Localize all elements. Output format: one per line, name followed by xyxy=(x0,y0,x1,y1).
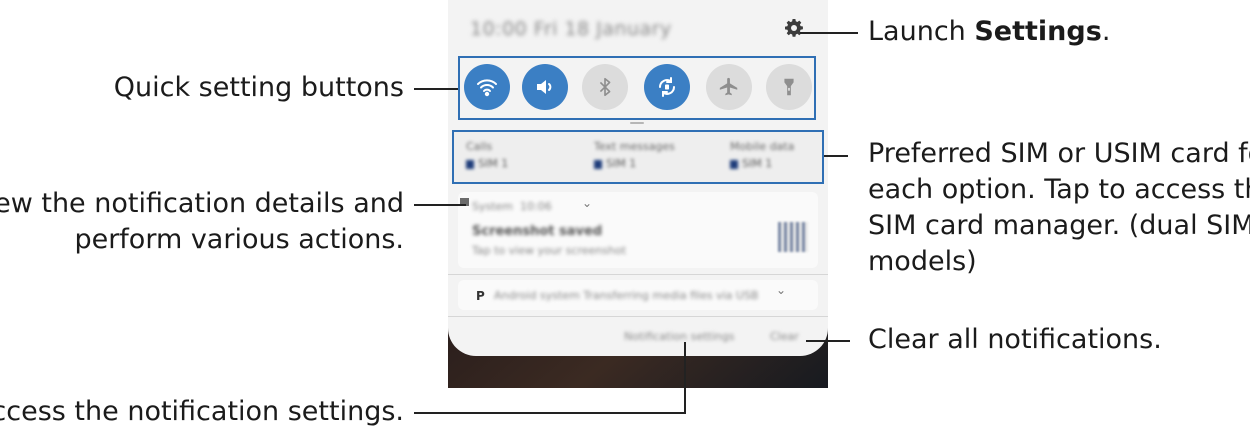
notification-settings-callout: Access the notification settings. xyxy=(0,396,404,427)
callout-text: . xyxy=(1101,16,1111,47)
bluetooth-icon[interactable] xyxy=(582,64,628,110)
sim-callout-line xyxy=(824,155,848,157)
clear-callout-line xyxy=(806,340,850,342)
status-date-time: 10:00 Fri 18 January xyxy=(470,18,672,40)
notification-body: Tap to view your screenshot xyxy=(472,244,627,257)
sim-option-value: SIM 1 xyxy=(606,157,637,170)
auto-rotate-icon[interactable] xyxy=(644,64,690,110)
callout-bold-text: Settings xyxy=(974,16,1102,47)
airplane-mode-icon[interactable] xyxy=(706,64,752,110)
clear-button[interactable]: Clear xyxy=(770,330,799,343)
chevron-down-icon[interactable]: ⌄ xyxy=(582,196,592,210)
sim-callout-line-2: each option. Tap to access the xyxy=(868,174,1250,205)
sim-option-mobile-data[interactable]: Mobile data SIM 1 xyxy=(730,140,810,170)
notification-settings-button[interactable]: Notification settings xyxy=(624,330,734,343)
notification-card[interactable]: System 10:06 ⌄ Screenshot saved Tap to v… xyxy=(458,192,818,268)
screenshot-thumbnail xyxy=(778,222,808,252)
flashlight-icon[interactable] xyxy=(766,64,812,110)
notification-title: Screenshot saved xyxy=(472,224,603,239)
wifi-icon[interactable] xyxy=(464,64,510,110)
callout-text: Launch xyxy=(868,16,975,47)
panel-handle[interactable] xyxy=(630,122,644,124)
quick-settings-callout: Quick setting buttons xyxy=(113,72,404,103)
sim-callout-line-1: Preferred SIM or USIM card for xyxy=(868,138,1250,169)
sim-icon xyxy=(466,159,474,169)
phone-screen: 10:00 Fri 18 January Calls SIM 1 Text me… xyxy=(448,0,828,388)
sound-icon[interactable] xyxy=(522,64,568,110)
notification-card[interactable]: P Android system Transferring media file… xyxy=(458,280,818,310)
sim-option-title: Mobile data xyxy=(730,140,795,153)
sim-option-title: Calls xyxy=(466,140,493,153)
sim-option-calls[interactable]: Calls SIM 1 xyxy=(466,140,546,170)
notification-callout-line-2: perform various actions. xyxy=(74,224,404,255)
notification-callout-line-1: View the notification details and xyxy=(0,188,404,219)
notif-settings-callout-line-vertical xyxy=(684,342,686,414)
notification-callout-line xyxy=(414,204,466,206)
sim-option-title: Text messages xyxy=(594,140,675,153)
chevron-down-icon[interactable]: ⌄ xyxy=(776,283,786,297)
notification-text: Android system Transferring media files … xyxy=(494,289,759,302)
sim-option-value: SIM 1 xyxy=(478,157,509,170)
notification-panel: 10:00 Fri 18 January Calls SIM 1 Text me… xyxy=(448,0,828,356)
quick-settings-callout-line xyxy=(414,88,458,90)
sim-callout-line-3: SIM card manager. (dual SIM xyxy=(868,210,1250,241)
sim-callout-line-4: models) xyxy=(868,246,977,277)
gear-icon[interactable] xyxy=(784,18,804,38)
settings-callout: Launch Settings. xyxy=(868,14,1110,50)
notif-settings-callout-line xyxy=(414,412,686,414)
settings-callout-line xyxy=(800,32,858,34)
app-logo-icon: P xyxy=(476,289,485,303)
sim-option-value: SIM 1 xyxy=(742,157,773,170)
notification-app-name: System xyxy=(472,200,514,213)
sim-option-text-messages[interactable]: Text messages SIM 1 xyxy=(594,140,704,170)
clear-callout: Clear all notifications. xyxy=(868,324,1162,355)
sim-icon xyxy=(730,159,738,169)
sim-icon xyxy=(594,159,602,169)
notification-time: 10:06 xyxy=(520,200,552,213)
quick-settings-highlight xyxy=(458,56,816,120)
